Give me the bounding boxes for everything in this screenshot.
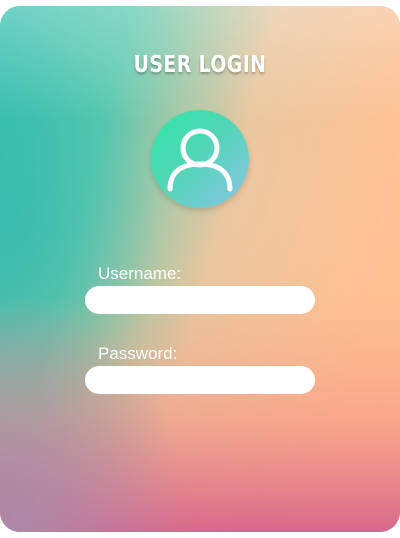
gradient-background (0, 6, 400, 532)
password-input[interactable] (85, 366, 315, 394)
login-title: USER LOGIN (133, 52, 267, 78)
avatar (151, 110, 249, 208)
username-input[interactable] (85, 286, 315, 314)
user-icon (167, 128, 233, 192)
password-label: Password: (98, 344, 178, 363)
username-label: Username: (98, 264, 182, 283)
login-card: USER LOGIN Username: Password: (0, 6, 400, 532)
